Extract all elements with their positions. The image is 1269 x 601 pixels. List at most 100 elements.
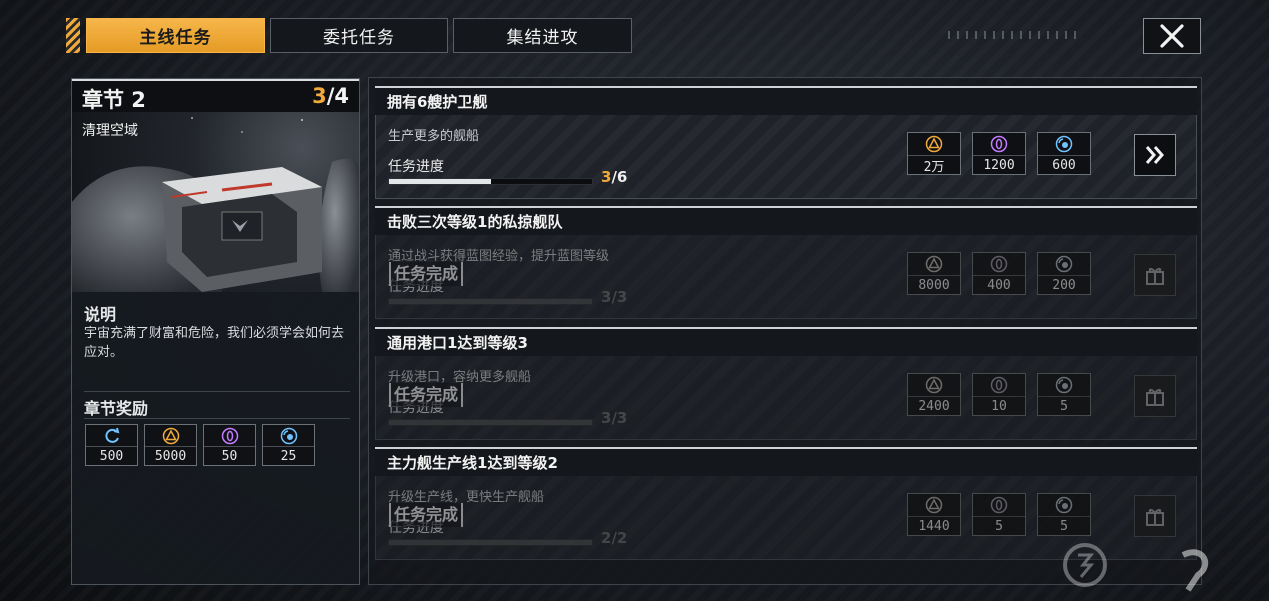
close-button[interactable] [1143,18,1201,54]
task-reward-item[interactable]: 2400 [907,373,961,416]
task-rewards: 2400 10 5 [907,373,1091,416]
chapter-reward-item[interactable]: 5000 [144,424,197,466]
task-progress-bar [388,419,593,426]
task-complete-badge: 任务完成 [389,383,464,407]
tab-commission-quests[interactable]: 委托任务 [270,18,448,53]
task-progress-value: 3/6 [601,168,627,186]
chapter-progress: 3/4 [312,84,349,108]
orb-resource-icon [1055,255,1073,273]
task-reward-item[interactable]: 1440 [907,493,961,536]
task-item: 拥有6艘护卫舰 生产更多的舰船 任务进度 3/6 2万 1200 600 [375,86,1197,199]
task-item: 通用港口1达到等级3 升级港口，容纳更多舰船 任务进度 3/3 2400 10 … [375,327,1197,440]
claimed-gift-button[interactable] [1134,375,1176,417]
crystal-resource-icon [990,496,1008,514]
reward-value: 5 [1060,518,1068,534]
task-reward-item[interactable]: 600 [1037,132,1091,175]
chapter-reward-item[interactable]: 500 [85,424,138,466]
task-progress-bar [388,298,593,305]
description-text: 宇宙充满了财富和危险，我们必须学会如何去应对。 [84,326,345,360]
task-rewards: 8000 400 200 [907,252,1091,295]
gift-icon [1146,509,1164,526]
crystal-resource-icon [990,135,1008,153]
task-reward-item[interactable]: 5 [1037,373,1091,416]
chapter-progress-total: /4 [326,84,349,108]
chapter-panel: 章节 2 3/4 清理空域 说明 宇宙充满了财富和危险，我们必须学会如何去应对。… [71,78,360,585]
reward-value: 50 [221,448,238,464]
task-progress-fill [389,179,491,184]
triangle-resource-icon [925,496,943,514]
task-title: 击败三次等级1的私掠舰队 [375,206,1197,235]
crystal-resource-icon [221,427,238,444]
go-button[interactable] [1134,134,1176,176]
reward-value: 2400 [918,398,950,414]
task-progress-total: /2 [611,529,628,547]
chapter-reward-item[interactable]: 50 [203,424,256,466]
reward-value: 5000 [154,448,187,464]
claimed-gift-button[interactable] [1134,254,1176,296]
reward-value: 1440 [918,518,950,534]
task-progress-fill [389,540,592,545]
task-reward-item[interactable]: 2万 [907,132,961,175]
triangle-resource-icon [925,135,943,153]
task-body: 生产更多的舰船 任务进度 3/6 2万 1200 600 [375,115,1197,199]
reward-value: 200 [1052,277,1076,293]
orb-resource-icon [1055,376,1073,394]
task-body: 通过战斗获得蓝图经验，提升蓝图等级 任务进度 3/3 8000 400 200 … [375,235,1197,319]
task-complete-badge: 任务完成 [389,503,464,527]
reward-value: 500 [99,448,124,464]
task-rewards: 2万 1200 600 [907,132,1091,175]
chapter-reward-title: 章节奖励 [84,399,149,418]
chapter-title: 章节 2 [82,88,146,112]
reward-value: 25 [280,448,297,464]
chapter-reward-item[interactable]: 25 [262,424,315,466]
claimed-gift-button[interactable] [1134,495,1176,537]
triangle-resource-icon [162,427,179,444]
task-progress-value: 3/3 [601,409,627,427]
crystal-resource-icon [990,376,1008,394]
task-reward-item[interactable]: 400 [972,252,1026,295]
task-reward-item[interactable]: 5 [1037,493,1091,536]
triangle-resource-icon [925,255,943,273]
description-title: 说明 [84,305,117,324]
reward-value: 400 [987,277,1011,293]
divider [84,418,350,419]
task-reward-item[interactable]: 5 [972,493,1026,536]
task-title: 通用港口1达到等级3 [375,327,1197,356]
orb-resource-icon [1055,135,1073,153]
divider [84,391,350,392]
tab-main-quests[interactable]: 主线任务 [86,18,265,53]
task-progress-current: 3 [601,288,612,306]
task-reward-item[interactable]: 8000 [907,252,961,295]
task-progress-total: /3 [611,288,628,306]
chapter-image: 清理空域 [72,112,359,292]
task-progress-bar [388,539,593,546]
double-chevron-right-icon [1145,146,1164,164]
task-progress-label: 任务进度 [388,159,444,175]
task-progress-value: 3/3 [601,288,627,306]
task-reward-item[interactable]: 1200 [972,132,1026,175]
reward-value: 600 [1052,157,1076,173]
task-title: 拥有6艘护卫舰 [375,86,1197,115]
task-progress-total: /3 [611,409,628,427]
task-title: 主力舰生产线1达到等级2 [375,447,1197,476]
task-description: 生产更多的舰船 [388,129,480,144]
refresh-icon [104,427,119,443]
tab-accent-stripe [66,18,80,53]
task-progress-fill [389,420,592,425]
task-progress-current: 3 [601,409,612,427]
task-progress-current: 2 [601,529,612,547]
task-reward-item[interactable]: 200 [1037,252,1091,295]
orb-resource-icon [1055,496,1073,514]
chapter-rewards: 500 5000 50 25 [85,424,315,466]
task-list: 拥有6艘护卫舰 生产更多的舰船 任务进度 3/6 2万 1200 600 击败三… [368,77,1202,585]
gift-icon [1146,268,1164,285]
tab-rally-attack[interactable]: 集结进攻 [453,18,632,53]
task-progress-value: 2/2 [601,529,627,547]
task-reward-item[interactable]: 10 [972,373,1026,416]
task-rewards: 1440 5 5 [907,493,1091,536]
reward-value: 1200 [983,157,1015,173]
task-progress-fill [389,299,592,304]
task-item: 击败三次等级1的私掠舰队 通过战斗获得蓝图经验，提升蓝图等级 任务进度 3/3 … [375,206,1197,319]
reward-value: 5 [1060,398,1068,414]
decorative-ticks [948,31,1078,39]
